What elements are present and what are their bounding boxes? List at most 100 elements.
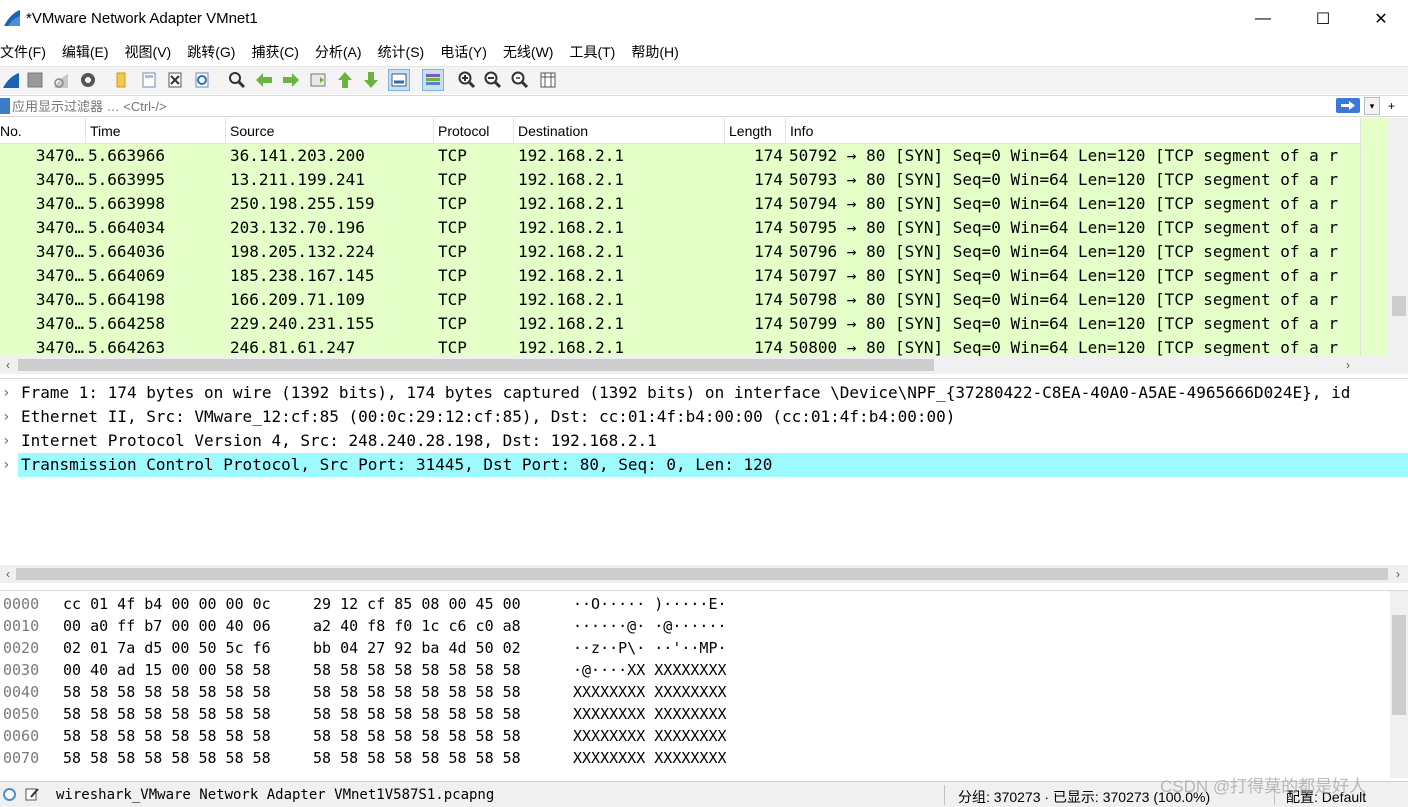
packet-row[interactable]: 3470… 5.663966 36.141.203.200 TCP 192.168.2.… bbox=[0, 144, 1360, 168]
save-file-icon[interactable] bbox=[138, 69, 160, 91]
hex-bytes-right: a2 40 f8 f0 1c c6 c0 a8 bbox=[313, 617, 521, 635]
detail-tree-item[interactable]: › Ethernet II, Src: VMware_12:cf:85 (00:0… bbox=[0, 405, 1408, 429]
bytes-row[interactable]: 0070 58 58 58 58 58 58 58 58 58 58 58 58 5… bbox=[0, 747, 1390, 769]
scroll-left-arrow-icon[interactable]: ‹ bbox=[0, 356, 16, 374]
filter-bookmark-icon[interactable] bbox=[0, 98, 10, 114]
bytes-row[interactable]: 0050 58 58 58 58 58 58 58 58 58 58 58 58 5… bbox=[0, 703, 1390, 725]
packet-row[interactable]: 3470… 5.664263 246.81.61.247 TCP 192.168.2.1… bbox=[0, 336, 1360, 356]
menu-analyze[interactable]: 分析(A) bbox=[315, 40, 370, 62]
expand-chevron-icon[interactable]: › bbox=[2, 381, 14, 405]
packet-cell-source: 246.81.61.247 bbox=[230, 338, 356, 356]
menu-view[interactable]: 视图(V) bbox=[125, 40, 180, 62]
bytes-row[interactable]: 0060 58 58 58 58 58 58 58 58 58 58 58 58 5… bbox=[0, 725, 1390, 747]
scroll-left-arrow-icon[interactable]: ‹ bbox=[0, 565, 16, 583]
menu-wireless[interactable]: 无线(W) bbox=[503, 40, 562, 62]
ascii-bytes: XXXXXXXX XXXXXXXX bbox=[573, 749, 727, 767]
bytes-row[interactable]: 0040 58 58 58 58 58 58 58 58 58 58 58 58 5… bbox=[0, 681, 1390, 703]
hex-bytes-right: 58 58 58 58 58 58 58 58 bbox=[313, 749, 521, 767]
column-header-time[interactable]: Time bbox=[86, 118, 226, 144]
resize-columns-icon[interactable] bbox=[537, 69, 559, 91]
packet-row[interactable]: 3470… 5.664036 198.205.132.224 TCP 192.168.2… bbox=[0, 240, 1360, 264]
normal-size-icon[interactable] bbox=[509, 69, 531, 91]
menu-file[interactable]: 文件(F) bbox=[0, 40, 54, 62]
packet-row[interactable]: 3470… 5.664258 229.240.231.155 TCP 192.168.2… bbox=[0, 312, 1360, 336]
bytes-row[interactable]: 0000 cc 01 4f b4 00 00 00 0c 29 12 cf 85 0… bbox=[0, 593, 1390, 615]
packet-cell-info: 50798 → 80 [SYN] Seq=0 Win=64 Len=120 [T… bbox=[789, 290, 1339, 309]
bytes-row[interactable]: 0020 02 01 7a d5 00 50 5c f6 bb 04 27 92 b… bbox=[0, 637, 1390, 659]
restart-fin-icon[interactable] bbox=[50, 69, 72, 91]
detail-tree-item[interactable]: › Transmission Control Protocol, Src Port… bbox=[0, 453, 1408, 477]
column-header-length[interactable]: Length bbox=[725, 118, 786, 144]
packet-row[interactable]: 3470… 5.663995 13.211.199.241 TCP 192.168.2.… bbox=[0, 168, 1360, 192]
expand-chevron-icon[interactable]: › bbox=[2, 453, 14, 477]
stop-square-icon[interactable] bbox=[24, 69, 46, 91]
expert-info-led-icon[interactable] bbox=[3, 788, 16, 801]
column-header-info[interactable]: Info bbox=[786, 118, 1360, 144]
packet-list-scroll-thumb[interactable] bbox=[1392, 296, 1406, 316]
auto-scroll-icon[interactable] bbox=[388, 69, 410, 91]
menu-help[interactable]: 帮助(H) bbox=[631, 40, 686, 62]
bytes-row[interactable]: 0030 00 40 ad 15 00 00 58 58 58 58 58 58 5… bbox=[0, 659, 1390, 681]
details-horizontal-scrollbar[interactable]: ‹ › bbox=[0, 565, 1408, 583]
packet-list-rows: 3470… 5.663966 36.141.203.200 TCP 192.168.2.… bbox=[0, 144, 1360, 356]
packet-cell-info: 50794 → 80 [SYN] Seq=0 Win=64 Len=120 [T… bbox=[789, 194, 1339, 213]
edit-comment-icon[interactable] bbox=[24, 786, 40, 802]
packet-list-vertical-scrollbar[interactable] bbox=[1388, 118, 1408, 356]
details-hscroll-thumb[interactable] bbox=[16, 568, 1388, 580]
expand-chevron-icon[interactable]: › bbox=[2, 429, 14, 453]
go-last-icon[interactable] bbox=[360, 69, 382, 91]
scroll-right-arrow-icon[interactable]: › bbox=[1340, 356, 1356, 374]
packet-row[interactable]: 3470… 5.663998 250.198.255.159 TCP 192.168.2… bbox=[0, 192, 1360, 216]
detail-tree-item[interactable]: › Frame 1: 174 bytes on wire (1392 bits),… bbox=[0, 381, 1408, 405]
bytes-scroll-thumb[interactable] bbox=[1392, 615, 1406, 715]
expand-chevron-icon[interactable]: › bbox=[2, 405, 14, 429]
hex-bytes-right: 58 58 58 58 58 58 58 58 bbox=[313, 683, 521, 701]
packet-cell-length: 174 bbox=[754, 194, 783, 213]
packet-list-hscroll-thumb[interactable] bbox=[18, 359, 934, 371]
byte-offset: 0060 bbox=[3, 727, 40, 745]
hex-bytes-left: cc 01 4f b4 00 00 00 0c bbox=[63, 595, 271, 613]
menu-tools[interactable]: 工具(T) bbox=[569, 40, 623, 62]
bytes-row[interactable]: 0010 00 a0 ff b7 00 00 40 06 a2 40 f8 f0 1… bbox=[0, 615, 1390, 637]
colorize-icon[interactable] bbox=[422, 69, 444, 91]
close-file-icon[interactable] bbox=[164, 69, 186, 91]
packet-cell-no: 3470… bbox=[35, 314, 84, 333]
column-header-no[interactable]: No. bbox=[0, 118, 86, 144]
display-filter-input[interactable] bbox=[12, 97, 1332, 115]
go-first-icon[interactable] bbox=[334, 69, 356, 91]
detail-tree-item[interactable]: › Internet Protocol Version 4, Src: 248.2… bbox=[0, 429, 1408, 453]
packet-row[interactable]: 3470… 5.664198 166.209.71.109 TCP 192.168.2.… bbox=[0, 288, 1360, 312]
shark-fin-start-icon[interactable] bbox=[0, 69, 22, 91]
filter-dropdown-chevron-icon[interactable]: ▾ bbox=[1364, 97, 1380, 115]
zoom-in-icon[interactable] bbox=[456, 69, 478, 91]
packet-list-minimap[interactable] bbox=[1360, 118, 1388, 356]
menu-capture[interactable]: 捕获(C) bbox=[251, 40, 306, 62]
go-to-packet-icon[interactable] bbox=[307, 69, 329, 91]
packet-cell-time: 5.664034 bbox=[88, 218, 166, 237]
open-folder-icon[interactable] bbox=[110, 69, 132, 91]
hex-bytes-left: 00 a0 ff b7 00 00 40 06 bbox=[63, 617, 271, 635]
packet-cell-info: 50793 → 80 [SYN] Seq=0 Win=64 Len=120 [T… bbox=[789, 170, 1339, 189]
add-filter-button[interactable]: + bbox=[1388, 99, 1395, 113]
column-header-protocol[interactable]: Protocol bbox=[434, 118, 514, 144]
zoom-out-icon[interactable] bbox=[482, 69, 504, 91]
apply-filter-arrow-icon[interactable] bbox=[1336, 98, 1360, 113]
column-header-destination[interactable]: Destination bbox=[514, 118, 725, 144]
go-forward-icon[interactable] bbox=[280, 69, 302, 91]
column-header-source[interactable]: Source bbox=[226, 118, 434, 144]
reload-icon[interactable] bbox=[191, 69, 213, 91]
packet-row[interactable]: 3470… 5.664034 203.132.70.196 TCP 192.168.2.… bbox=[0, 216, 1360, 240]
maximize-button[interactable]: ☐ bbox=[1300, 4, 1346, 34]
menu-go[interactable]: 跳转(G) bbox=[187, 40, 243, 62]
menu-statistics[interactable]: 统计(S) bbox=[378, 40, 433, 62]
find-packet-icon[interactable] bbox=[226, 69, 248, 91]
scroll-right-arrow-icon[interactable]: › bbox=[1390, 565, 1406, 583]
packet-list-horizontal-scrollbar[interactable]: ‹ › bbox=[0, 356, 1408, 374]
close-button[interactable]: ✕ bbox=[1358, 4, 1404, 34]
minimize-button[interactable]: — bbox=[1240, 4, 1286, 34]
menu-edit[interactable]: 编辑(E) bbox=[62, 40, 117, 62]
go-back-icon[interactable] bbox=[253, 69, 275, 91]
capture-options-gear-icon[interactable] bbox=[77, 69, 99, 91]
packet-row[interactable]: 3470… 5.664069 185.238.167.145 TCP 192.168.2… bbox=[0, 264, 1360, 288]
menu-telephony[interactable]: 电话(Y) bbox=[440, 40, 495, 62]
